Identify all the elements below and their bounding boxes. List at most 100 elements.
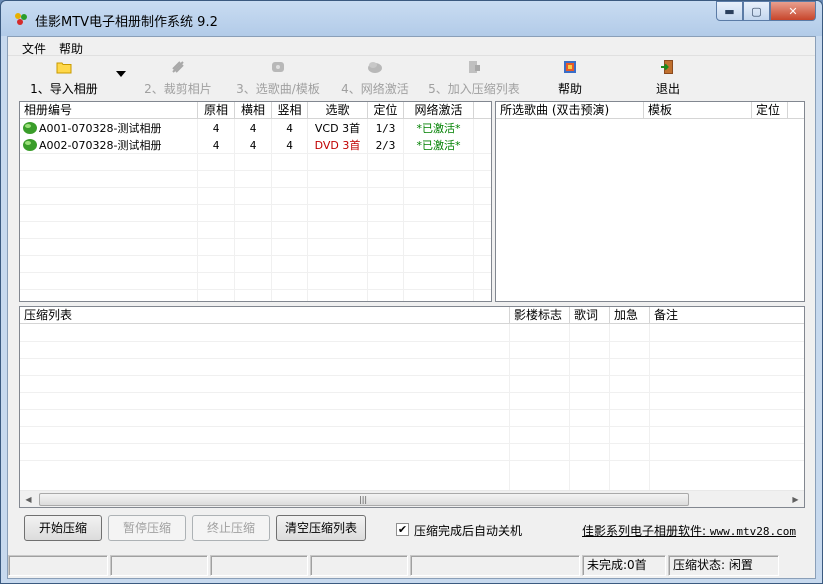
import-album-label: 1、导入相册 (30, 82, 98, 96)
exit-door-icon (661, 60, 673, 74)
song-template-icon (272, 62, 284, 72)
col-original[interactable]: 原相 (198, 102, 235, 119)
compress-list-icon (469, 61, 480, 73)
exit-button[interactable]: 退出 (648, 59, 688, 97)
app-window: 佳影MTV电子相册制作系统 9.2 ▬ ▢ ✕ 文件 帮助 1、导入相册 2、裁… (0, 0, 823, 584)
help-label: 帮助 (557, 82, 582, 96)
compress-state: 压缩状态: 闲置 (668, 555, 779, 576)
album-id: A002-070328-测试相册 (39, 139, 162, 152)
website-url: www.mtv28.com (709, 525, 796, 538)
col-selected-song[interactable]: 所选歌曲 (双击预演) (496, 102, 644, 119)
window-controls: ▬ ▢ ✕ (716, 1, 816, 21)
website-link-text: 佳影系列电子相册软件: (582, 524, 707, 538)
crop-photo-label: 2、裁剪相片 (144, 82, 212, 96)
activation-cell: *已激活* (404, 137, 474, 154)
folder-icon (56, 62, 72, 74)
album-id-cell: A001-070328-测试相册 (20, 120, 198, 137)
col-urgent[interactable]: 加急 (610, 307, 650, 324)
table-row[interactable]: A002-070328-测试相册 4 4 4 DVD 3首 2/3 *已激活* (20, 137, 474, 154)
col-portrait[interactable]: 竖相 (272, 102, 308, 119)
song-table-header: 所选歌曲 (双击预演) 模板 定位 (496, 102, 804, 119)
close-button[interactable]: ✕ (770, 1, 816, 21)
grip-icon: ||| (359, 495, 368, 504)
status-panel-2 (110, 555, 208, 576)
col-lyrics[interactable]: 歌词 (570, 307, 610, 324)
start-compress-button[interactable]: 开始压缩 (24, 515, 102, 541)
help-button[interactable]: 帮助 (550, 59, 590, 97)
col-landscape[interactable]: 横相 (235, 102, 272, 119)
pause-compress-button[interactable]: 暂停压缩 (108, 515, 186, 541)
status-bar: 未完成:0首 压缩状态: 闲置 (8, 553, 815, 578)
col-position[interactable]: 定位 (368, 102, 404, 119)
import-album-button[interactable]: 1、导入相册 (26, 59, 102, 97)
col-template[interactable]: 模板 (644, 102, 752, 119)
album-id: A001-070328-测试相册 (39, 122, 162, 135)
scrollbar-thumb[interactable]: ||| (39, 493, 689, 506)
unfinished-count: 未完成:0首 (582, 555, 666, 576)
col-songs[interactable]: 选歌 (308, 102, 368, 119)
auto-shutdown-label: 压缩完成后自动关机 (414, 524, 523, 538)
songs-cell: DVD 3首 (308, 137, 368, 154)
menu-file[interactable]: 文件 (22, 40, 46, 57)
status-panel-4 (310, 555, 408, 576)
app-logo-icon (15, 13, 27, 25)
activation-cell: *已激活* (404, 120, 474, 137)
title-bar[interactable]: 佳影MTV电子相册制作系统 9.2 ▬ ▢ ✕ (1, 1, 822, 36)
menu-bar: 文件 帮助 (8, 37, 815, 56)
original-cell: 4 (198, 137, 235, 154)
window-title: 佳影MTV电子相册制作系统 9.2 (35, 15, 218, 30)
exit-label: 退出 (655, 82, 680, 96)
status-panel-1 (8, 555, 108, 576)
scroll-left-icon[interactable]: ◀ (20, 491, 37, 507)
horizontal-scrollbar[interactable]: ◀ ||| ▶ (20, 490, 804, 507)
help-book-icon (564, 61, 576, 73)
album-green-icon (23, 122, 37, 134)
landscape-cell: 4 (235, 137, 272, 154)
crop-icon (172, 61, 184, 73)
scroll-right-icon[interactable]: ▶ (787, 491, 804, 507)
col-album-id[interactable]: 相册编号 (20, 102, 198, 119)
album-table[interactable]: 相册编号 原相 横相 竖相 选歌 定位 网络激活 A001-070328-测试相… (19, 101, 492, 302)
clear-compress-list-button[interactable]: 清空压缩列表 (276, 515, 366, 541)
original-cell: 4 (198, 120, 235, 137)
compress-list-header: 压缩列表 影楼标志 歌词 加急 备注 (20, 307, 804, 324)
stop-compress-button[interactable]: 终止压缩 (192, 515, 270, 541)
col-studio-logo[interactable]: 影楼标志 (510, 307, 570, 324)
status-panel-5 (410, 555, 580, 576)
compress-list-table[interactable]: 压缩列表 影楼标志 歌词 加急 备注 ◀ ||| ▶ (19, 306, 805, 508)
add-compress-list-label: 5、加入压缩列表 (428, 82, 520, 96)
album-id-cell: A002-070328-测试相册 (20, 137, 198, 154)
network-cloud-icon (368, 62, 382, 73)
status-panel-3 (210, 555, 308, 576)
col-activation[interactable]: 网络激活 (404, 102, 474, 119)
album-table-header: 相册编号 原相 横相 竖相 选歌 定位 网络激活 (20, 102, 491, 119)
crop-photo-button[interactable]: 2、裁剪相片 (142, 59, 214, 97)
maximize-icon: ▢ (751, 4, 762, 18)
landscape-cell: 4 (235, 120, 272, 137)
minimize-button[interactable]: ▬ (716, 1, 743, 21)
select-song-template-label: 3、选歌曲/模板 (236, 82, 320, 96)
position-cell: 2/3 (368, 137, 404, 154)
col-compress-list[interactable]: 压缩列表 (20, 307, 510, 324)
client-area: 文件 帮助 1、导入相册 2、裁剪相片 3、选歌曲/模板 4、网络激活 5、加入… (7, 36, 816, 579)
position-cell: 1/3 (368, 120, 404, 137)
menu-help[interactable]: 帮助 (59, 40, 83, 57)
website-link[interactable]: 佳影系列电子相册软件: www.mtv28.com (582, 522, 796, 539)
song-table[interactable]: 所选歌曲 (双击预演) 模板 定位 (495, 101, 805, 302)
col-notes[interactable]: 备注 (650, 307, 804, 324)
close-icon: ✕ (788, 4, 798, 18)
album-green-icon (23, 139, 37, 151)
add-compress-list-button[interactable]: 5、加入压缩列表 (426, 59, 522, 97)
auto-shutdown-checkbox[interactable]: ✔ (396, 523, 409, 536)
songs-cell: VCD 3首 (308, 120, 368, 137)
table-row[interactable]: A001-070328-测试相册 4 4 4 VCD 3首 1/3 *已激活* (20, 120, 474, 137)
col-song-position[interactable]: 定位 (752, 102, 788, 119)
network-activate-button[interactable]: 4、网络激活 (338, 59, 412, 97)
portrait-cell: 4 (272, 137, 308, 154)
import-dropdown-arrow-icon[interactable] (116, 71, 126, 77)
select-song-template-button[interactable]: 3、选歌曲/模板 (234, 59, 322, 97)
maximize-button[interactable]: ▢ (743, 1, 770, 21)
minimize-icon: ▬ (724, 4, 735, 18)
toolbar: 1、导入相册 2、裁剪相片 3、选歌曲/模板 4、网络激活 5、加入压缩列表 帮… (8, 57, 815, 99)
network-activate-label: 4、网络激活 (341, 82, 409, 96)
